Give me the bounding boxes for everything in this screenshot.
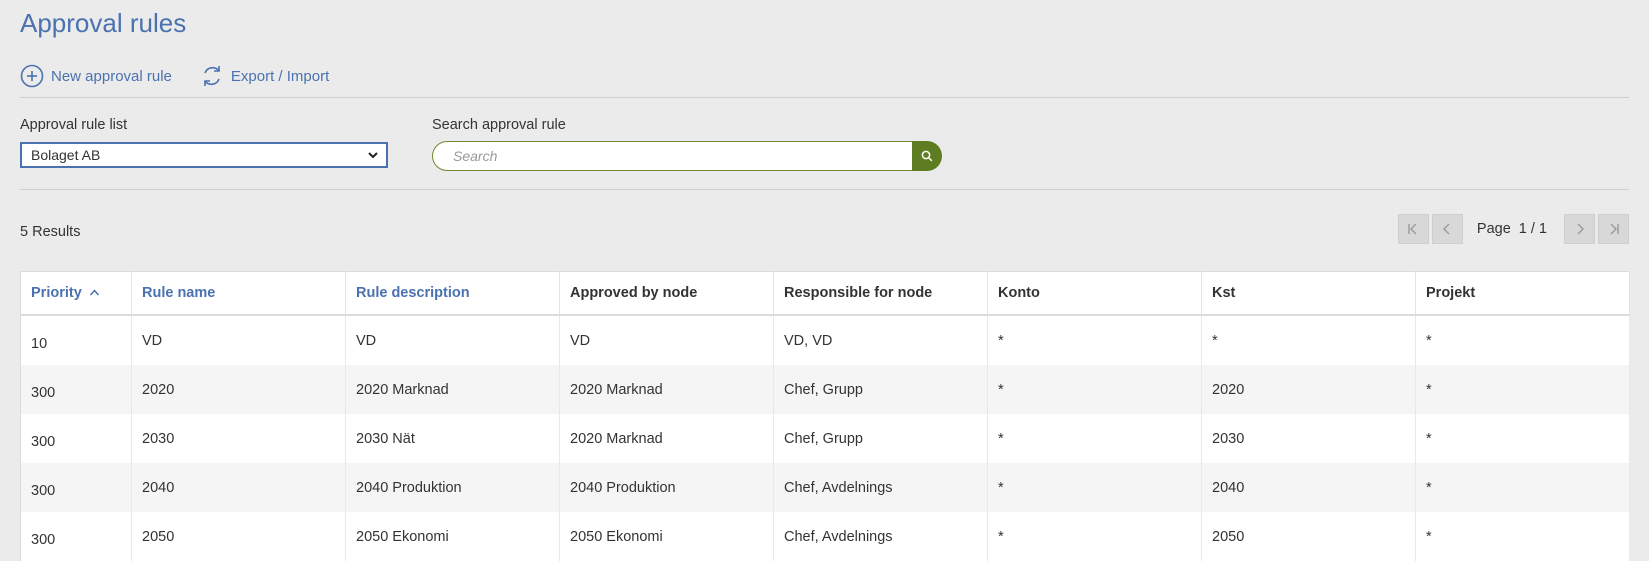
search-placeholder: Search (453, 148, 498, 164)
cell-konto: * (987, 315, 1202, 365)
cell-rule-name: 2020 (131, 365, 346, 414)
cell-projekt: * (1415, 512, 1630, 561)
cell-responsible-for-node: Chef, Grupp (773, 365, 988, 414)
sync-arrows-icon (204, 66, 220, 86)
cell-priority: 300 (20, 512, 132, 561)
cell-approved-by-node: 2040 Produktion (559, 463, 774, 512)
approval-rule-list-label: Approval rule list (20, 117, 128, 133)
first-page-icon (1408, 223, 1417, 235)
table-row[interactable]: 300 2050 2050 Ekonomi 2050 Ekonomi Chef,… (20, 512, 1630, 561)
pagination: Page 1 / 1 (1395, 214, 1629, 244)
cell-rule-description: 2020 Marknad (345, 365, 560, 414)
column-header-rule-description[interactable]: Rule description (345, 271, 560, 316)
first-page-button[interactable] (1397, 214, 1429, 244)
cell-projekt: * (1415, 315, 1630, 365)
cell-responsible-for-node: Chef, Avdelnings (773, 512, 988, 561)
cell-kst: 2030 (1201, 414, 1416, 463)
cell-kst: 2020 (1201, 365, 1416, 414)
sort-ascending-icon (89, 289, 99, 296)
cell-rule-description: VD (345, 315, 560, 365)
cell-konto: * (987, 463, 1202, 512)
results-count: 5 Results (20, 224, 81, 240)
previous-page-button[interactable] (1431, 214, 1463, 244)
column-header-responsible-for-node: Responsible for node (773, 271, 988, 316)
approval-rule-list-select[interactable]: Bolaget AB (20, 142, 388, 168)
column-header-label: Priority (31, 285, 82, 301)
plus-circle-icon (20, 64, 44, 88)
next-page-button[interactable] (1564, 214, 1595, 244)
export-import-button[interactable]: Export / Import (200, 63, 329, 89)
cell-priority: 300 (20, 365, 132, 414)
cell-rule-description: 2040 Produktion (345, 463, 560, 512)
cell-konto: * (987, 512, 1202, 561)
cell-rule-name: 2040 (131, 463, 346, 512)
page-title: Approval rules (20, 8, 187, 38)
last-page-icon (1610, 223, 1619, 235)
table-row[interactable]: 300 2040 2040 Produktion 2040 Produktion… (20, 463, 1630, 512)
table-header-row: Priority Rule name Rule description Appr… (20, 271, 1630, 316)
chevron-down-icon (368, 152, 378, 159)
table-row[interactable]: 10 VD VD VD VD, VD * * * (20, 315, 1630, 365)
cell-responsible-for-node: Chef, Grupp (773, 414, 988, 463)
divider (20, 189, 1629, 190)
search-input[interactable]: Search (432, 141, 912, 171)
cell-responsible-for-node: VD, VD (773, 315, 988, 365)
cell-approved-by-node: VD (559, 315, 774, 365)
page-value: 1 / 1 (1518, 221, 1547, 237)
cell-priority: 10 (20, 315, 132, 365)
column-header-rule-name[interactable]: Rule name (131, 271, 346, 316)
cell-priority: 300 (20, 414, 132, 463)
cell-projekt: * (1415, 463, 1630, 512)
cell-kst: 2050 (1201, 512, 1416, 561)
cell-rule-name: 2030 (131, 414, 346, 463)
page-indicator: Page 1 / 1 (1477, 221, 1547, 237)
new-approval-rule-label: New approval rule (51, 67, 172, 85)
page-label: Page (1476, 221, 1511, 237)
table-row[interactable]: 300 2020 2020 Marknad 2020 Marknad Chef,… (20, 365, 1630, 414)
export-import-label: Export / Import (230, 67, 330, 85)
table-row[interactable]: 300 2030 2030 Nät 2020 Marknad Chef, Gru… (20, 414, 1630, 463)
last-page-button[interactable] (1598, 214, 1629, 244)
cell-projekt: * (1415, 365, 1630, 414)
cell-responsible-for-node: Chef, Avdelnings (773, 463, 988, 512)
column-header-kst: Kst (1201, 271, 1416, 316)
cell-rule-description: 2030 Nät (345, 414, 560, 463)
cell-approved-by-node: 2020 Marknad (559, 365, 774, 414)
approval-rules-table: Priority Rule name Rule description Appr… (20, 271, 1630, 561)
column-header-priority[interactable]: Priority (20, 271, 132, 316)
column-header-projekt: Projekt (1415, 271, 1630, 316)
search-bar: Search (432, 141, 942, 171)
cell-konto: * (987, 414, 1202, 463)
cell-priority: 300 (20, 463, 132, 512)
chevron-left-icon (1443, 223, 1450, 235)
cell-rule-description: 2050 Ekonomi (345, 512, 560, 561)
cell-konto: * (987, 365, 1202, 414)
cell-rule-name: VD (131, 315, 346, 365)
cell-kst: * (1201, 315, 1416, 365)
toolbar: New approval rule Export / Import (20, 62, 357, 90)
approval-rule-list-value: Bolaget AB (31, 147, 101, 163)
cell-approved-by-node: 2050 Ekonomi (559, 512, 774, 561)
divider (20, 97, 1629, 98)
search-icon (921, 150, 933, 162)
cell-approved-by-node: 2020 Marknad (559, 414, 774, 463)
column-header-konto: Konto (987, 271, 1202, 316)
cell-projekt: * (1415, 414, 1630, 463)
chevron-right-icon (1577, 223, 1584, 235)
cell-rule-name: 2050 (131, 512, 346, 561)
column-header-approved-by-node: Approved by node (559, 271, 774, 316)
new-approval-rule-button[interactable]: New approval rule (20, 64, 172, 88)
cell-kst: 2040 (1201, 463, 1416, 512)
search-button[interactable] (912, 141, 942, 171)
search-approval-rule-label: Search approval rule (432, 117, 566, 133)
